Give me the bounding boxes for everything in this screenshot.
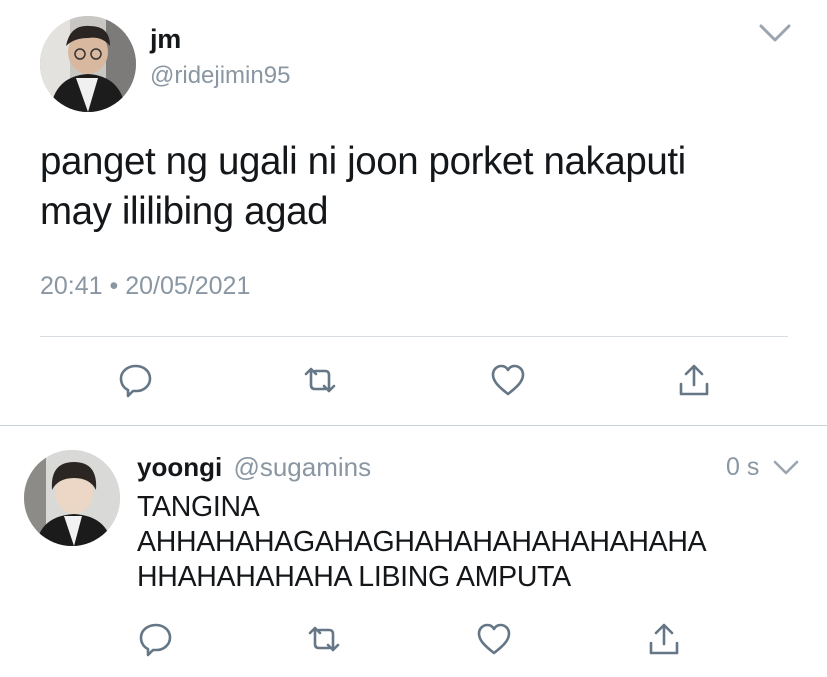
avatar-sugamins[interactable] xyxy=(24,450,120,546)
reply-text: TANGINA AHHAHAHAGAHAGHAHAHAHAHAHAHAHA HH… xyxy=(137,490,817,595)
share-icon[interactable] xyxy=(675,361,713,399)
reply-header: yoongi @sugamins xyxy=(137,452,371,483)
reply-timestamp[interactable]: 0 s xyxy=(726,453,759,482)
display-name[interactable]: yoongi xyxy=(137,452,222,482)
tweet-text: panget ng ugali ni joon porket nakaputi … xyxy=(40,137,810,237)
reply-text-line: HHAHAHAHAHA LIBING AMPUTA xyxy=(137,561,571,593)
reply-icon[interactable] xyxy=(117,361,155,399)
divider xyxy=(0,425,827,426)
like-icon[interactable] xyxy=(489,361,527,399)
reply-icon[interactable] xyxy=(137,620,175,658)
like-icon[interactable] xyxy=(475,620,513,658)
avatar-ridejimin95[interactable] xyxy=(40,16,136,112)
retweet-icon[interactable] xyxy=(305,620,343,658)
user-handle[interactable]: @sugamins xyxy=(233,452,371,482)
divider xyxy=(40,336,788,337)
tweet-time: 20:41 xyxy=(40,272,103,300)
reply-text-line: TANGINA xyxy=(137,491,260,523)
timestamp-separator: • xyxy=(109,272,119,300)
profile-photo xyxy=(40,16,136,112)
tweet-text-line: may ililibing agad xyxy=(40,190,329,233)
retweet-icon[interactable] xyxy=(301,361,339,399)
tweet-timestamp[interactable]: 20:41 • 20/05/2021 xyxy=(40,272,250,301)
reply-text-line: AHHAHAHAGAHAGHAHAHAHAHAHAHAHA xyxy=(137,526,707,558)
display-name[interactable]: jm xyxy=(150,24,181,55)
tweet-date: 20/05/2021 xyxy=(125,272,251,300)
chevron-down-icon[interactable] xyxy=(758,22,792,44)
share-icon[interactable] xyxy=(645,620,683,658)
chevron-down-icon[interactable] xyxy=(772,459,800,477)
profile-photo xyxy=(24,450,120,546)
user-handle[interactable]: @ridejimin95 xyxy=(150,62,290,90)
tweet-text-line: panget ng ugali ni joon porket nakaputi xyxy=(40,140,686,183)
